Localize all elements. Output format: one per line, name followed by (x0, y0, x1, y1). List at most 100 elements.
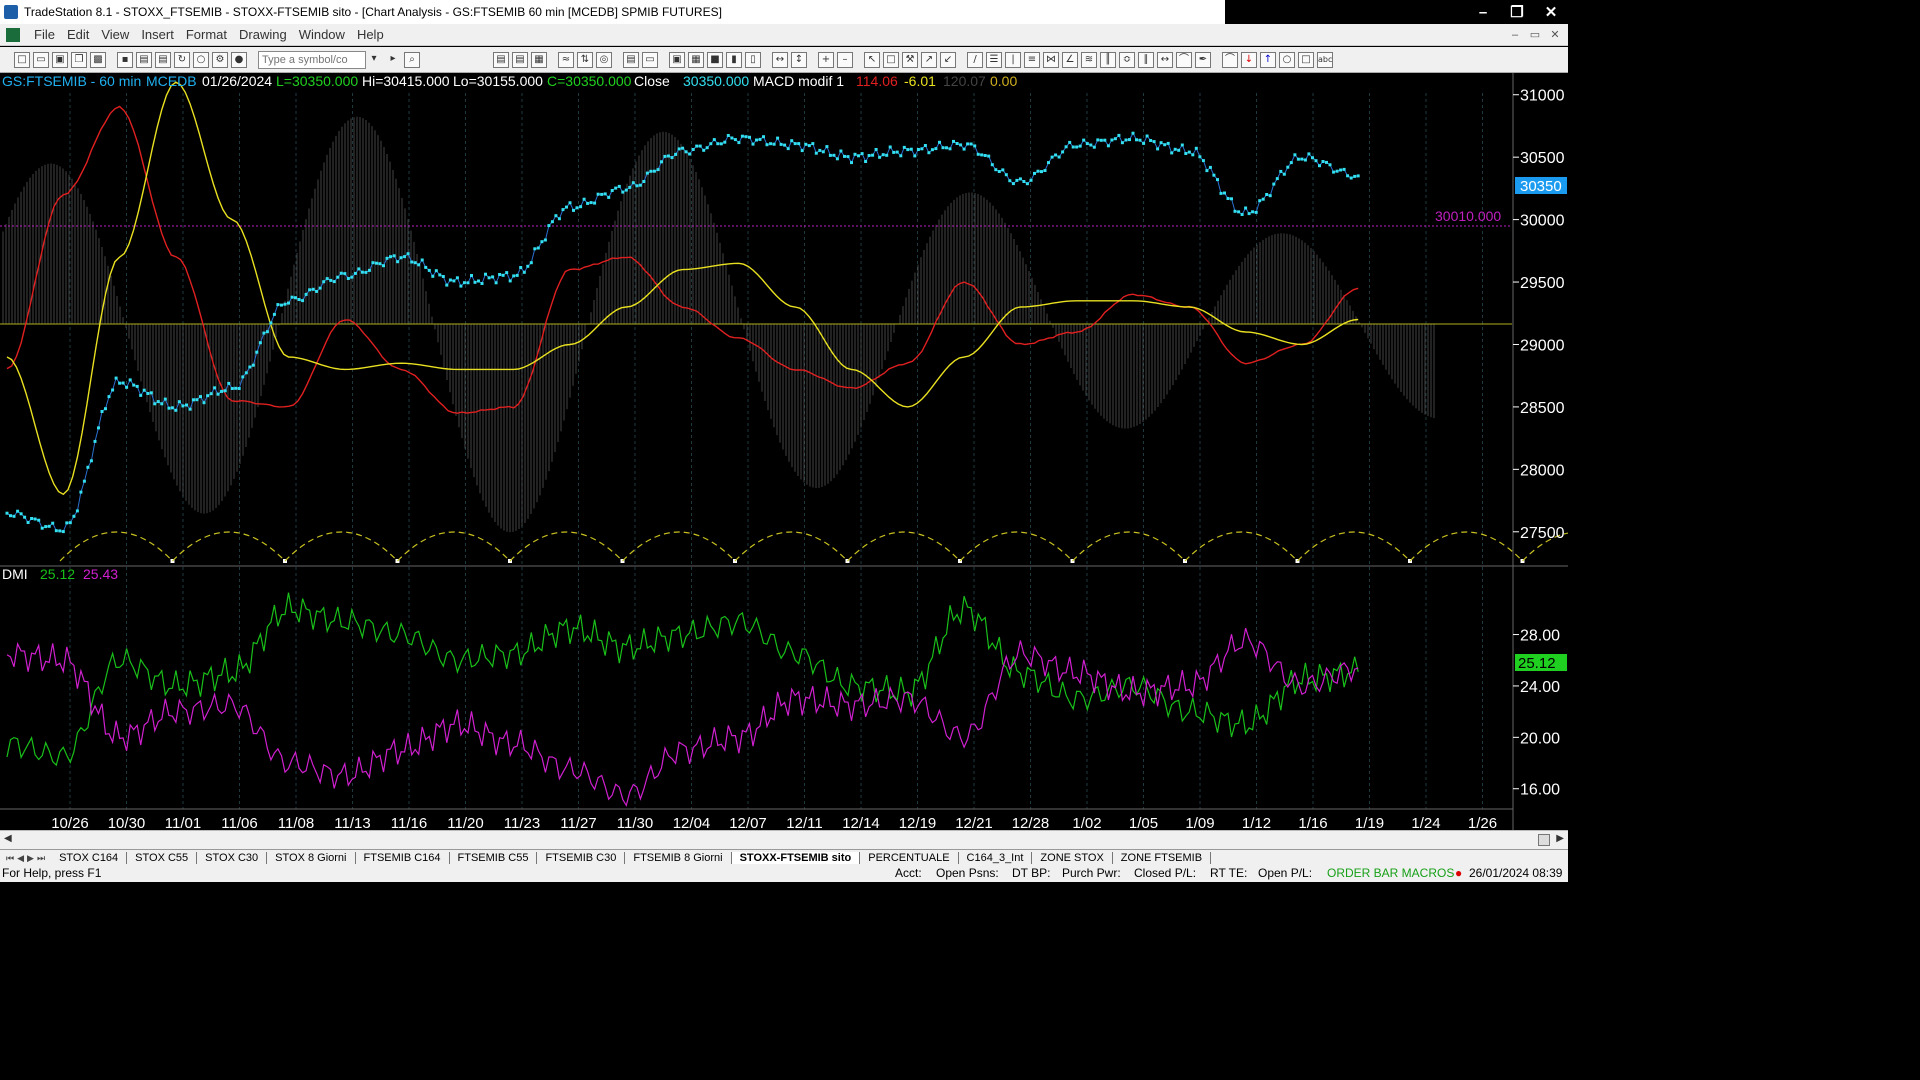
indicator-icon[interactable]: ≈ (558, 51, 574, 68)
analysis-icon[interactable]: ◎ (596, 51, 612, 68)
export-icon[interactable]: ↗ (921, 51, 937, 68)
refresh-icon[interactable]: ↻ (174, 51, 190, 68)
tab-stoxx-ftsemib-sito[interactable]: STOXX-FTSEMIB sito (731, 852, 861, 864)
vertical-lines-icon[interactable]: | (1005, 51, 1021, 68)
save-icon[interactable]: ▪ (117, 51, 133, 68)
matrix-icon[interactable]: ▦ (688, 51, 704, 68)
arrow-both-icon[interactable]: ↔ (1157, 51, 1173, 68)
tab-ftsemib-c55[interactable]: FTSEMIB C55 (450, 852, 538, 864)
tab-ftsemib-c30[interactable]: FTSEMIB C30 (537, 852, 626, 864)
fib-time-icon[interactable]: ║ (1100, 51, 1116, 68)
tab-prev-icon[interactable]: ◀ (17, 853, 24, 864)
mdi-restore-icon[interactable]: ▭ (1526, 27, 1544, 43)
menu-help[interactable]: Help (351, 27, 390, 42)
copy-icon[interactable]: ❐ (71, 51, 87, 68)
tools-icon[interactable]: ⚙ (212, 51, 228, 68)
grid-icon[interactable]: ▦ (531, 51, 547, 68)
scroll-thumb[interactable] (1538, 834, 1550, 846)
scroll-left-icon[interactable]: ◀ (4, 833, 12, 844)
menu-format[interactable]: Format (180, 27, 233, 42)
radar-icon[interactable]: ▣ (669, 51, 685, 68)
print-icon[interactable]: ▤ (136, 51, 152, 68)
data-tips-icon[interactable]: □ (883, 51, 899, 68)
tab-navigation[interactable]: ⏮ ◀ ▶ ⏭ (0, 853, 51, 864)
tab-ftsemib-8-giorni[interactable]: FTSEMIB 8 Giorni (625, 852, 732, 864)
rectangle-icon[interactable]: □ (1298, 51, 1314, 68)
fib-icon[interactable]: ≡ (1024, 51, 1040, 68)
menu-edit[interactable]: Edit (61, 27, 95, 42)
new-file-icon[interactable]: □ (14, 51, 30, 68)
tab-zone-stox[interactable]: ZONE STOX (1032, 852, 1113, 864)
bars-icon[interactable]: ▯ (745, 51, 761, 68)
horizontal-scrollbar[interactable]: ◀ ▶ (0, 830, 1568, 849)
tab-stox-c164[interactable]: STOX C164 (51, 852, 128, 864)
arc-icon[interactable]: ⌒ (1176, 51, 1192, 68)
bar-chart-icon[interactable]: ▤ (493, 51, 509, 68)
tab-percentuale[interactable]: PERCENTUALE (860, 852, 959, 864)
compress-icon[interactable]: ↕ (791, 51, 807, 68)
zoom-in-icon[interactable]: + (818, 51, 834, 68)
price-point (1254, 210, 1258, 214)
horizontal-lines-icon[interactable]: ☰ (986, 51, 1002, 68)
ellipse-icon[interactable]: ○ (1279, 51, 1295, 68)
mdi-close-icon[interactable]: ✕ (1546, 27, 1564, 43)
andrews-pitchfork-icon[interactable]: ⋈ (1043, 51, 1059, 68)
line-chart-icon[interactable]: ▤ (512, 51, 528, 68)
curve-icon[interactable]: ⌒ (1222, 51, 1238, 68)
restore-icon[interactable]: ❐ (1500, 0, 1534, 24)
menu-drawing[interactable]: Drawing (233, 27, 293, 42)
strategy-icon[interactable]: ⇅ (577, 51, 593, 68)
tools-wrench-icon[interactable]: ⚒ (902, 51, 918, 68)
chart-svg[interactable]: 10/26 10/30 11/01 11/06 11/08 11/13 11/16 11/20… (0, 73, 1636, 832)
open-workspace-icon[interactable]: ▣ (52, 51, 68, 68)
menu-insert[interactable]: Insert (135, 27, 180, 42)
tab-c164-3-int[interactable]: C164_3_Int (959, 852, 1033, 864)
pen-icon[interactable]: ✒ (1195, 51, 1211, 68)
symbol-input[interactable] (258, 50, 366, 69)
arrow-down-icon[interactable]: ↓ (1241, 51, 1257, 68)
status-order-bar-macros[interactable]: ORDER BAR MACROS (1327, 866, 1454, 880)
tab-ftsemib-c164[interactable]: FTSEMIB C164 (356, 852, 450, 864)
lock-icon[interactable]: ○ (193, 51, 209, 68)
gann-fan-icon[interactable]: ∠ (1062, 51, 1078, 68)
symbol-dropdown-icon[interactable]: ▾ (366, 52, 382, 68)
pointer-icon[interactable]: ↖ (864, 51, 880, 68)
scroll-right-icon[interactable]: ▶ (1556, 833, 1564, 844)
tab-last-icon[interactable]: ⏭ (37, 853, 45, 864)
header-close: C=30350.000 (547, 73, 632, 89)
menu-file[interactable]: File (28, 27, 61, 42)
text-icon[interactable]: abc (1317, 51, 1333, 68)
header-indicator-v3: 120.07 (943, 73, 986, 89)
palette-icon[interactable]: ● (231, 51, 247, 68)
tab-stox-8-giorni[interactable]: STOX 8 Giorni (267, 852, 356, 864)
paste-icon[interactable]: ▩ (90, 51, 106, 68)
chart-window-icon[interactable] (6, 27, 20, 42)
tab-next-icon[interactable]: ▶ (27, 853, 34, 864)
menu-window[interactable]: Window (293, 27, 351, 42)
go-arrow-icon[interactable]: ▸ (385, 52, 401, 68)
format-icon[interactable]: ▤ (623, 51, 639, 68)
candle-icon[interactable]: ▮ (726, 51, 742, 68)
channel-icon[interactable]: ∥ (1138, 51, 1154, 68)
layout-icon[interactable]: ▤ (155, 51, 171, 68)
open-icon[interactable]: ▭ (33, 51, 49, 68)
tab-first-icon[interactable]: ⏮ (6, 853, 14, 864)
menu-view[interactable]: View (95, 27, 135, 42)
trendline-icon[interactable]: / (967, 51, 983, 68)
symbol-lookup-icon[interactable]: ⌕ (404, 51, 420, 68)
arrow-up-icon[interactable]: ↑ (1260, 51, 1276, 68)
tab-stox-c55[interactable]: STOX C55 (127, 852, 198, 864)
mdi-minimize-icon[interactable]: – (1506, 27, 1524, 43)
expand-icon[interactable]: ↔ (772, 51, 788, 68)
tab-zone-ftsemib[interactable]: ZONE FTSEMIB (1113, 852, 1212, 864)
close-icon[interactable]: ✕ (1534, 0, 1568, 24)
speed-lines-icon[interactable]: ≋ (1081, 51, 1097, 68)
tab-stox-c30[interactable]: STOX C30 (197, 852, 268, 864)
window-icon[interactable]: ▭ (642, 51, 658, 68)
regression-icon[interactable]: ≎ (1119, 51, 1135, 68)
chart-area[interactable]: 10/26 10/30 11/01 11/06 11/08 11/13 11/16 11/20… (0, 73, 1636, 832)
zoom-out-icon[interactable]: – (837, 51, 853, 68)
import-icon[interactable]: ↙ (940, 51, 956, 68)
hot-lists-icon[interactable]: ■ (707, 51, 723, 68)
minimize-icon[interactable]: – (1466, 0, 1500, 24)
